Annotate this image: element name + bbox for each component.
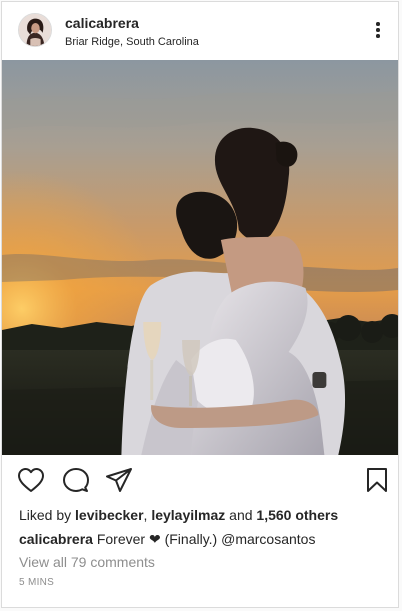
avatar-image: [19, 14, 51, 46]
likes-prefix: Liked by: [19, 507, 72, 523]
caption-mention[interactable]: @marcosantos: [221, 531, 315, 547]
more-dot: [376, 22, 380, 26]
caption-username[interactable]: calicabrera: [19, 531, 93, 547]
user-block: calicabrera Briar Ridge, South Carolina: [65, 15, 199, 49]
liker-leylayilmaz[interactable]: leylayilmaz: [151, 507, 225, 523]
paper-plane-icon[interactable]: [105, 467, 133, 493]
likes-separator: ,: [143, 507, 148, 523]
view-all-comments-link[interactable]: View all 79 comments: [19, 553, 155, 571]
post-location[interactable]: Briar Ridge, South Carolina: [65, 35, 199, 49]
post-card: calicabrera Briar Ridge, South Carolina: [1, 1, 399, 608]
more-options-icon[interactable]: [368, 19, 388, 41]
caption-text: Forever ❤ (Finally.): [96, 531, 218, 547]
post-header: calicabrera Briar Ridge, South Carolina: [2, 2, 398, 60]
post-timestamp: 5 MINS: [19, 577, 55, 588]
comment-bubble-icon[interactable]: [62, 467, 90, 493]
post-photo[interactable]: [2, 60, 398, 455]
more-dot: [376, 28, 380, 32]
avatar[interactable]: [18, 13, 52, 47]
action-bar: [2, 455, 398, 503]
more-dot: [376, 34, 380, 38]
likes-line: Liked by levibecker, leylayilmaz and 1,5…: [19, 506, 338, 524]
bookmark-icon[interactable]: [365, 467, 389, 493]
caption: calicabrera Forever ❤ (Finally.) @marcos…: [19, 530, 315, 548]
likes-and: and: [229, 507, 253, 523]
sunset-couple-photo: [2, 60, 398, 455]
liker-levibecker[interactable]: levibecker: [75, 507, 144, 523]
post-username[interactable]: calicabrera: [65, 15, 199, 32]
heart-icon[interactable]: [17, 467, 45, 493]
likes-others-count[interactable]: 1,560 others: [256, 507, 338, 523]
